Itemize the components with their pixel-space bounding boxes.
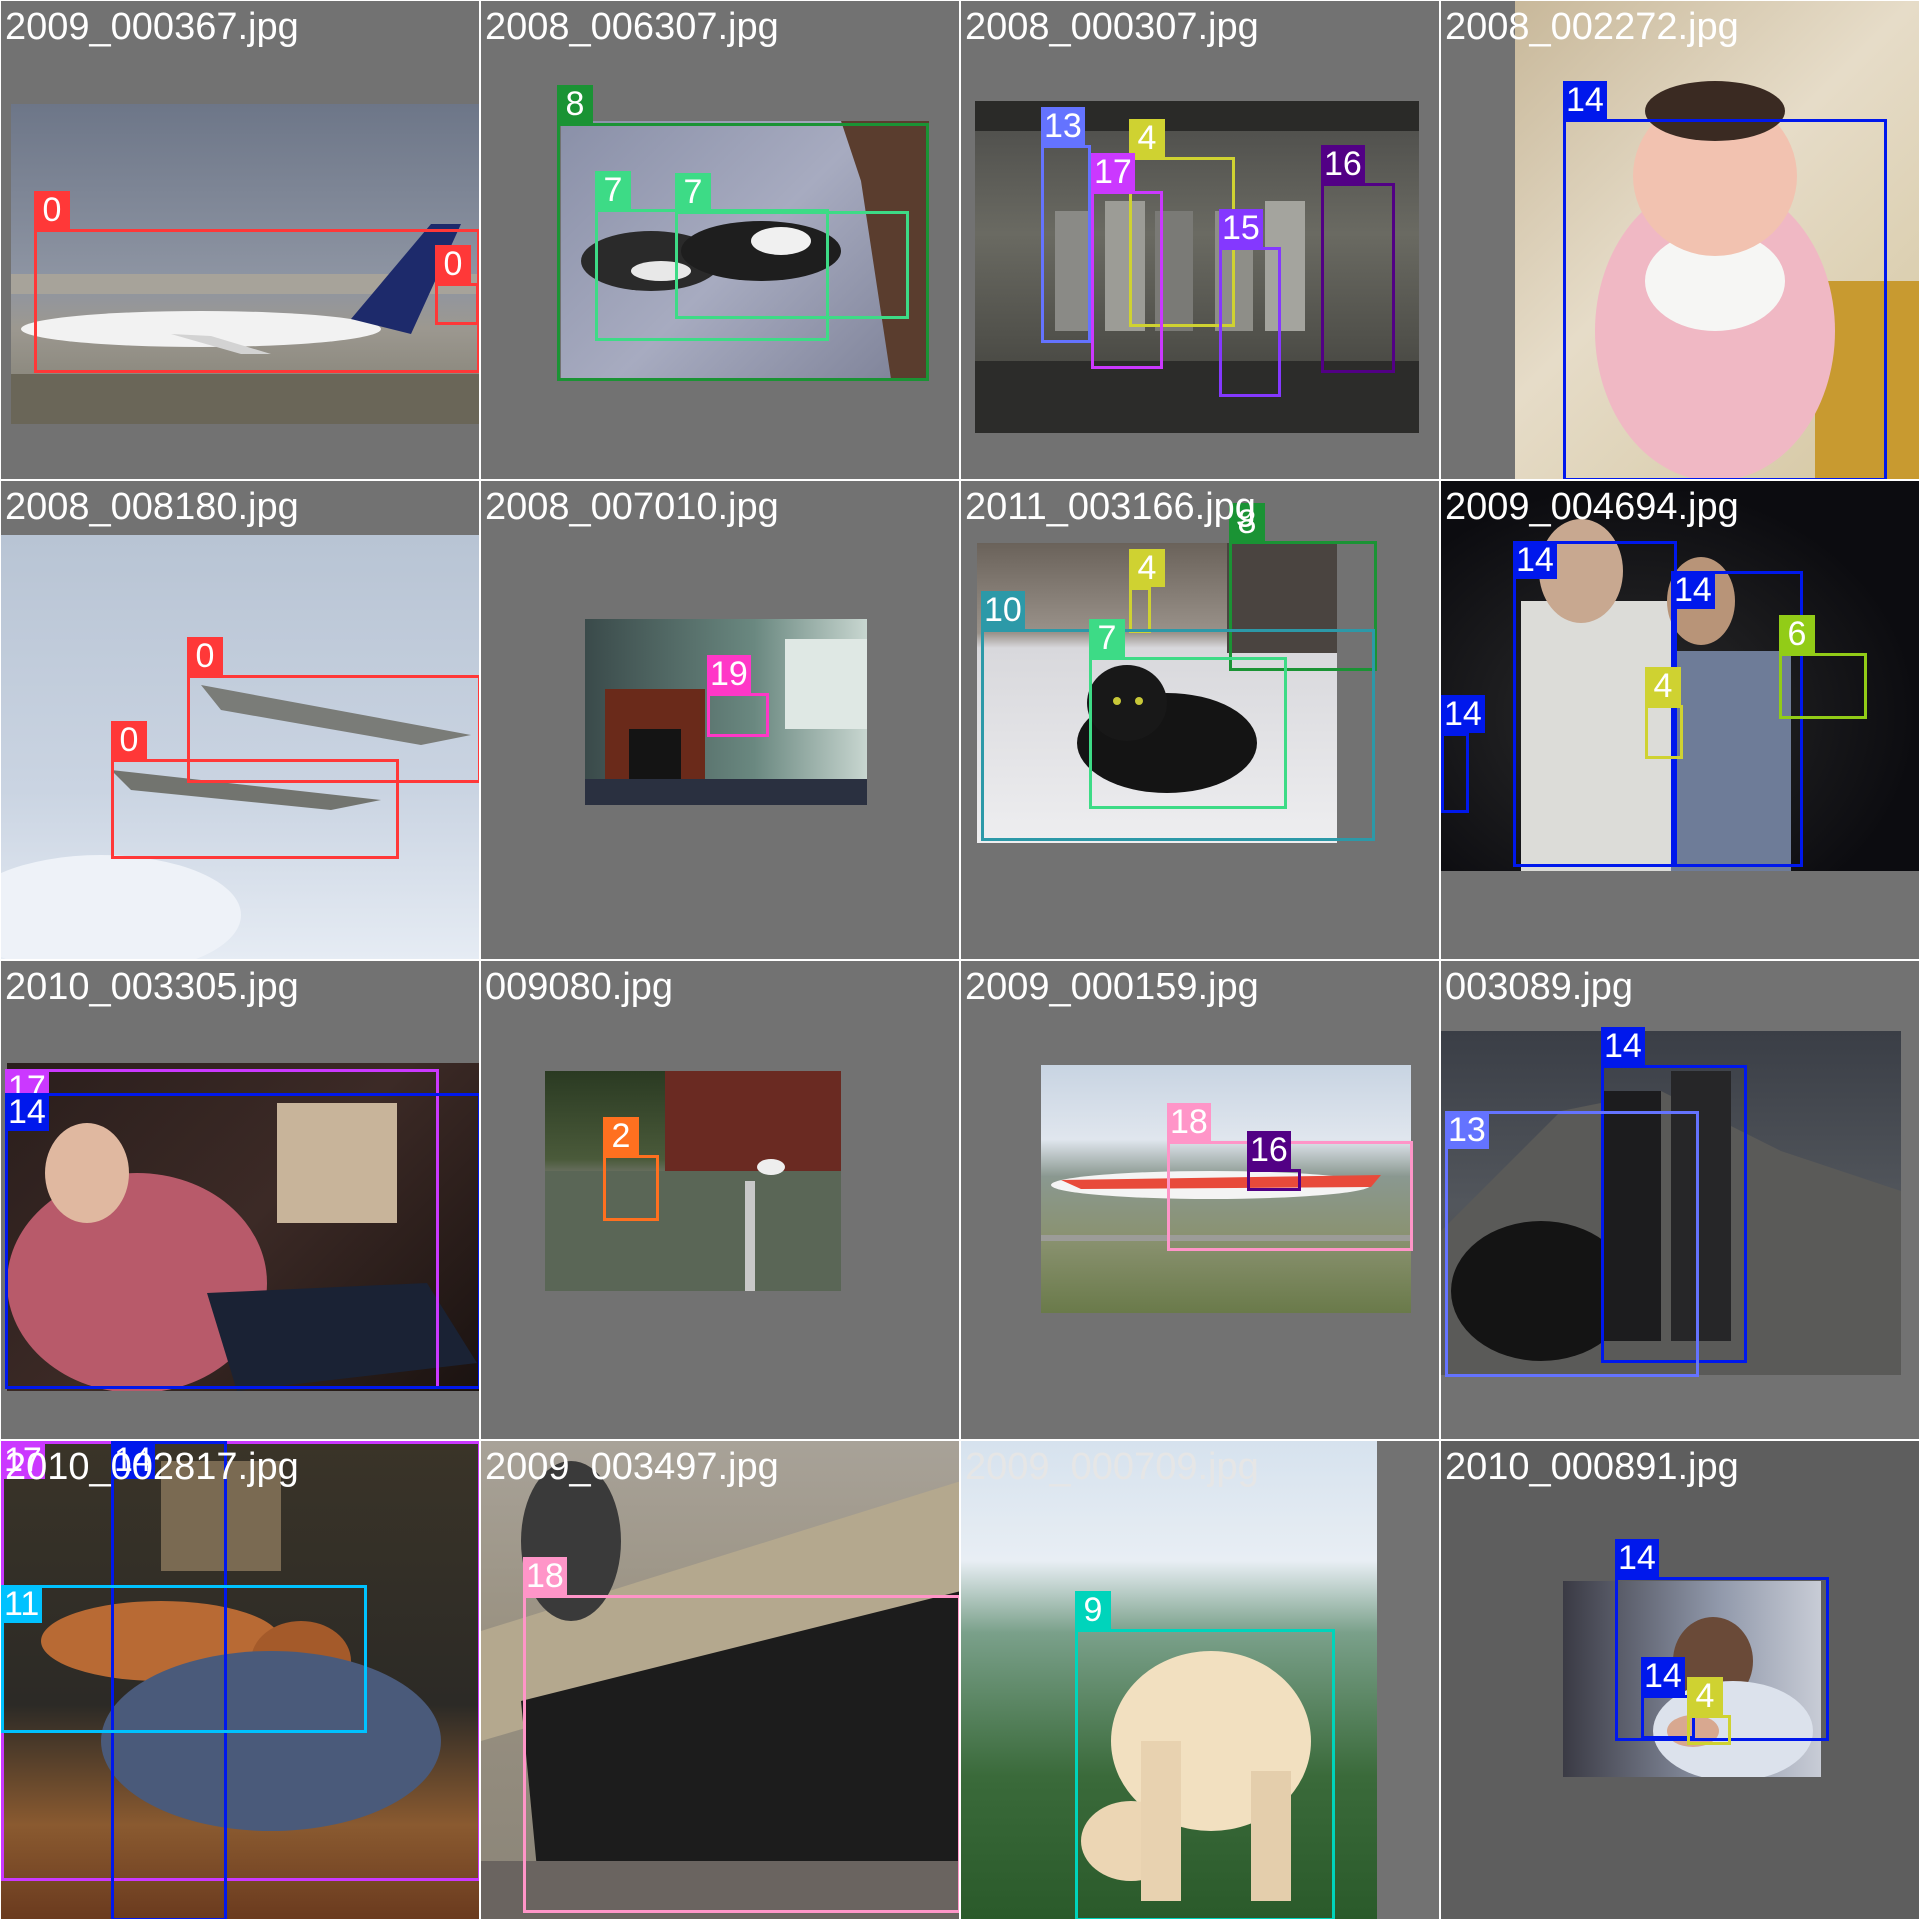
tile-filename: 2009_000709.jpg (965, 1446, 1259, 1488)
bounding-box: 13 (1041, 107, 1091, 343)
bounding-box: 17 (1091, 153, 1163, 369)
box-class-label: 7 (595, 171, 631, 209)
fence-shape (545, 1071, 841, 1291)
box-class-label: 15 (1219, 209, 1263, 247)
box-class-label: 4 (1129, 549, 1165, 587)
bounding-box: 19 (707, 655, 769, 737)
bounding-box: 18 (523, 1557, 959, 1913)
bounding-box: 7 (675, 173, 909, 319)
box-class-label: 4 (1645, 667, 1681, 705)
box-class-label: 13 (1445, 1111, 1489, 1149)
box-class-label: 2 (603, 1117, 639, 1155)
bounding-box: 0 (435, 245, 479, 325)
tile-filename: 2009_003497.jpg (485, 1446, 779, 1488)
box-class-label: 7 (675, 173, 711, 211)
bounding-box: 14 (1441, 695, 1485, 813)
tile-2011-003166: 2011_003166.jpg 8 4 10 7 (960, 480, 1440, 960)
box-class-label: 14 (1615, 1539, 1659, 1577)
tile-filename: 2008_000307.jpg (965, 6, 1259, 48)
box-class-label: 18 (523, 1557, 567, 1595)
tile-2008-002272: 2008_002272.jpg 14 (1440, 0, 1920, 480)
box-class-label: 9 (1075, 1591, 1111, 1629)
tile-2009-000159: 2009_000159.jpg 18 16 (960, 960, 1440, 1440)
bounding-box: 0 (34, 191, 479, 373)
box-class-label: 16 (1247, 1131, 1291, 1169)
bird-fence-photo (545, 1071, 841, 1291)
tile-filename: 2009_000159.jpg (965, 966, 1259, 1008)
box-class-label: 14 (1513, 541, 1557, 579)
tile-2008-008180: 2008_008180.jpg 0 0 (0, 480, 480, 960)
box-class-label: 14 (1563, 81, 1607, 119)
bounding-box: 15 (1219, 209, 1281, 397)
box-class-label: 10 (981, 591, 1025, 629)
tile-2009-000709: 2009_000709.jpg 9 (960, 1440, 1440, 1920)
bounding-box: 11 (1, 1585, 367, 1733)
tile-2010-003305: 2010_003305.jpg 17 14 (0, 960, 480, 1440)
box-class-label: 8 (557, 85, 593, 123)
box-class-label: 14 (1641, 1657, 1685, 1695)
tile-filename: 2008_002272.jpg (1445, 6, 1739, 48)
tile-2010-002817: 2010_002817.jpg 17 14 11 (0, 1440, 480, 1920)
tile-filename: 2010_003305.jpg (5, 966, 299, 1008)
tile-2009-003497: 2009_003497.jpg 18 (480, 1440, 960, 1920)
bounding-box: 4 (1645, 667, 1683, 759)
bounding-box: 14 (5, 1093, 479, 1389)
box-class-label: 17 (1091, 153, 1135, 191)
tile-2010-000891: 2010_000891.jpg 14 14 4 (1440, 1440, 1920, 1920)
box-class-label: 18 (1167, 1103, 1211, 1141)
box-class-label: 0 (111, 721, 147, 759)
tile-filename: 2008_008180.jpg (5, 486, 299, 528)
box-class-label: 14 (1441, 695, 1485, 733)
box-class-label: 0 (34, 191, 70, 229)
bounding-box: 16 (1247, 1131, 1301, 1191)
box-class-label: 13 (1041, 107, 1085, 145)
tile-003089: 003089.jpg 14 13 (1440, 960, 1920, 1440)
bounding-box: 6 (1779, 615, 1867, 719)
tile-filename: 2010_002817.jpg (5, 1446, 299, 1488)
box-class-label: 11 (1, 1585, 43, 1623)
bounding-box: 7 (1089, 619, 1287, 809)
tile-filename: 2008_006307.jpg (485, 6, 779, 48)
tile-filename: 2011_003166.jpg (965, 486, 1256, 528)
tile-2008-007010: 2008_007010.jpg 19 (480, 480, 960, 960)
box-class-label: 14 (1671, 571, 1715, 609)
tile-009080: 009080.jpg 2 (480, 960, 960, 1440)
tile-filename: 2010_000891.jpg (1445, 1446, 1739, 1488)
box-class-label: 4 (1687, 1677, 1723, 1715)
box-class-label: 19 (707, 655, 751, 693)
bounding-box: 13 (1445, 1111, 1699, 1377)
detection-mosaic: 2009_000367.jpg 0 0 2008_006307.jpg 8 7 … (0, 0, 1920, 1920)
bounding-box: 0 (111, 721, 399, 859)
tile-filename: 2008_007010.jpg (485, 486, 779, 528)
tile-filename: 2009_000367.jpg (5, 6, 299, 48)
box-class-label: 16 (1321, 145, 1365, 183)
bounding-box: 9 (1075, 1591, 1335, 1919)
box-class-label: 6 (1779, 615, 1815, 653)
tile-2009-004694: 2009_004694.jpg 14 14 6 14 4 (1440, 480, 1920, 960)
bounding-box: 4 (1129, 549, 1165, 633)
tile-filename: 003089.jpg (1445, 966, 1634, 1008)
box-class-label: 4 (1129, 119, 1165, 157)
box-class-label: 0 (187, 637, 223, 675)
tile-2008-000307: 2008_000307.jpg 13 4 17 16 15 (960, 0, 1440, 480)
box-class-label: 7 (1089, 619, 1125, 657)
bounding-box: 14 (1563, 81, 1887, 479)
box-class-label: 0 (435, 245, 471, 283)
bounding-box: 4 (1687, 1677, 1731, 1745)
bounding-box: 16 (1321, 145, 1395, 373)
tile-2009-000367: 2009_000367.jpg 0 0 (0, 0, 480, 480)
tile-filename: 009080.jpg (485, 966, 674, 1008)
tile-2008-006307: 2008_006307.jpg 8 7 7 (480, 0, 960, 480)
bounding-box: 2 (603, 1117, 659, 1221)
box-class-label: 14 (5, 1093, 49, 1131)
box-class-label: 14 (1601, 1027, 1645, 1065)
tile-filename: 2009_004694.jpg (1445, 486, 1739, 528)
